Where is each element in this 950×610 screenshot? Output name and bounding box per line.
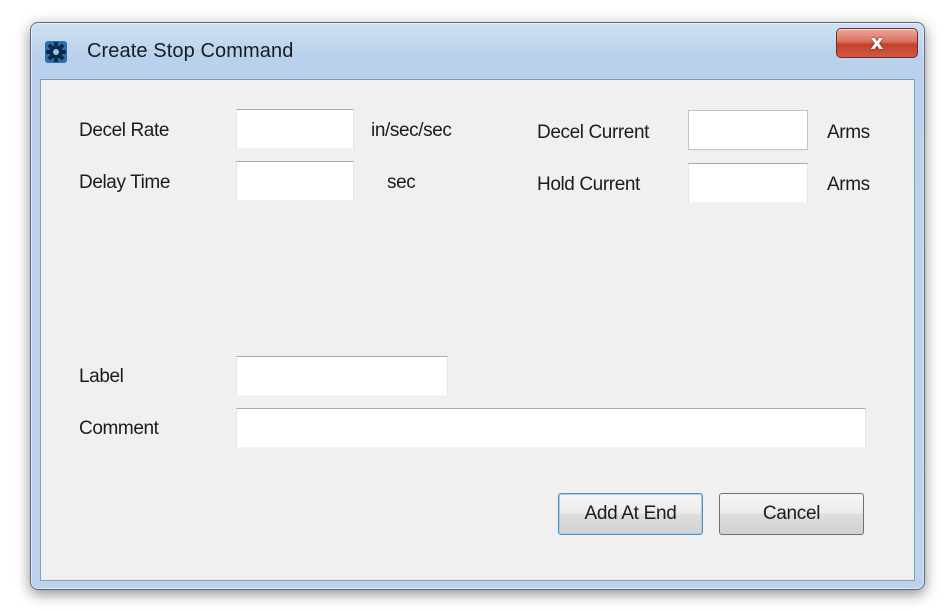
decel-current-unit: Arms	[827, 122, 870, 143]
label-label: Label	[79, 366, 124, 387]
delay-time-label: Delay Time	[79, 172, 171, 193]
decel-rate-label: Decel Rate	[79, 120, 169, 141]
dialog-body: Decel Rate in/sec/sec Decel Current Arms…	[40, 79, 915, 581]
hold-current-field[interactable]	[688, 163, 808, 203]
add-at-end-button[interactable]: Add At End	[558, 493, 703, 535]
close-button[interactable]: x	[836, 28, 918, 58]
decel-current-field[interactable]	[688, 110, 808, 150]
delay-time-field[interactable]	[236, 161, 354, 201]
decel-rate-unit: in/sec/sec	[371, 120, 452, 141]
comment-label: Comment	[79, 418, 159, 439]
label-field[interactable]	[236, 356, 448, 396]
cancel-button[interactable]: Cancel	[719, 493, 864, 535]
decel-current-label: Decel Current	[537, 122, 650, 143]
hold-current-label: Hold Current	[537, 174, 640, 195]
delay-time-unit: sec	[387, 172, 416, 193]
hold-current-unit: Arms	[827, 174, 870, 195]
comment-field[interactable]	[236, 408, 866, 448]
decel-rate-field[interactable]	[236, 109, 354, 149]
create-stop-command-dialog: Create Stop Command x Decel Rate in/sec/…	[30, 22, 925, 590]
gear-icon	[45, 41, 67, 63]
window-title: Create Stop Command	[87, 40, 294, 62]
close-icon: x	[870, 30, 884, 54]
title-bar[interactable]: Create Stop Command x	[31, 23, 924, 79]
